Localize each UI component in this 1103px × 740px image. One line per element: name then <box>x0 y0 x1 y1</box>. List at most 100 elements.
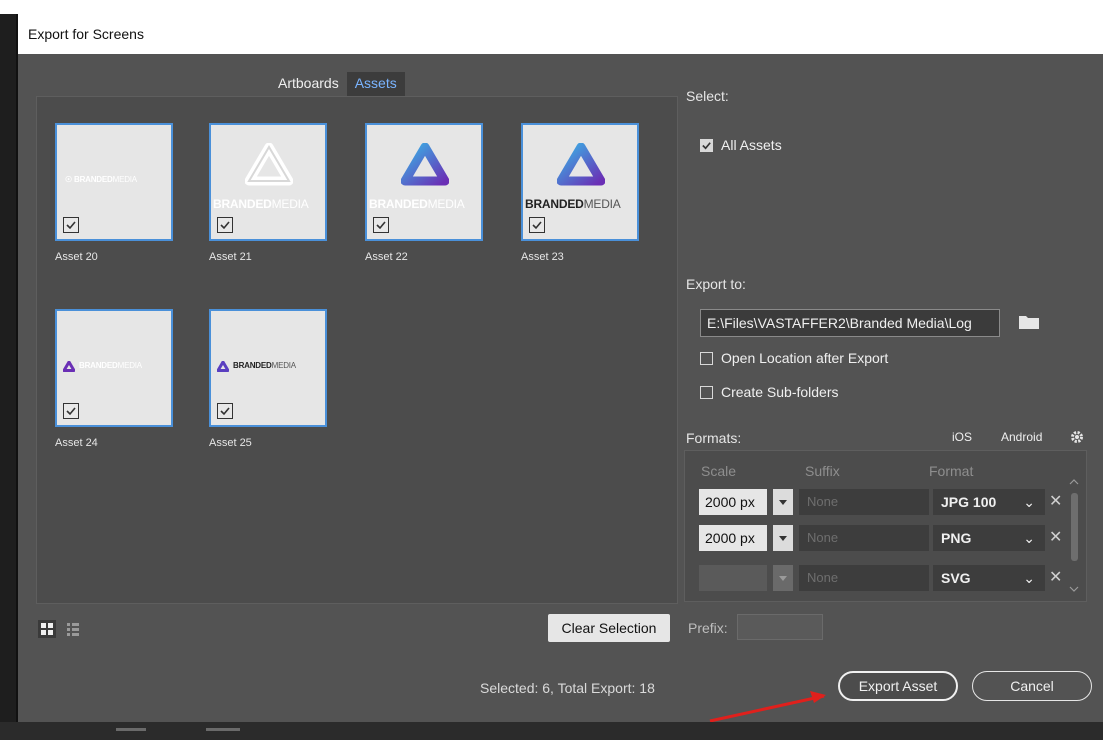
asset-label: Asset 20 <box>55 251 98 263</box>
asset-thumbnail: ☉ BRANDEDMEDIA <box>55 123 173 241</box>
asset-logo: BRANDEDMEDIA <box>369 197 465 211</box>
suffix-field[interactable]: None <box>799 525 929 551</box>
asset-label: Asset 23 <box>521 251 564 263</box>
asset-label: Asset 25 <box>209 437 252 449</box>
asset-logo: BRANDEDMEDIA <box>233 361 296 370</box>
asset-checkbox[interactable] <box>217 403 233 419</box>
all-assets-checkbox[interactable]: All Assets <box>700 137 782 153</box>
tab-artboards[interactable]: Artboards <box>270 72 347 96</box>
asset-thumbnail: BRANDEDMEDIA <box>209 309 327 427</box>
format-select[interactable]: JPG 100 ⌄ <box>933 489 1045 515</box>
desktop-bottom-strip <box>0 722 1103 740</box>
suffix-header: Suffix <box>805 463 840 479</box>
format-header: Format <box>929 463 974 479</box>
checkbox-box <box>700 138 713 152</box>
gear-icon <box>1071 431 1083 443</box>
cancel-button[interactable]: Cancel <box>972 671 1092 701</box>
scale-field[interactable]: 2000 px <box>699 489 767 515</box>
format-row: 2000 px None PNG ⌄ ✕ <box>695 523 1062 553</box>
android-preset-button[interactable]: Android <box>1001 430 1042 444</box>
select-label: Select: <box>686 88 729 104</box>
asset-logo: BRANDEDMEDIA <box>79 361 142 370</box>
list-view-icon <box>67 623 79 636</box>
asset-tile[interactable]: BRANDEDMEDIA Asset 25 <box>209 309 327 449</box>
asset-tile[interactable]: BRANDEDMEDIA Asset 24 <box>55 309 173 449</box>
checkbox-box <box>700 351 713 365</box>
triangle-logo-icon <box>63 361 75 372</box>
caret-down-icon <box>779 576 787 581</box>
open-location-checkbox[interactable]: Open Location after Export <box>700 350 888 366</box>
asset-label: Asset 22 <box>365 251 408 263</box>
folder-icon <box>1019 316 1039 329</box>
asset-thumbnail: BRANDEDMEDIA <box>365 123 483 241</box>
taskbar-segment <box>116 728 146 731</box>
chevron-down-icon: ⌄ <box>1023 494 1035 510</box>
asset-logo: ☉ BRANDEDMEDIA <box>65 175 137 184</box>
export-to-label: Export to: <box>686 276 746 292</box>
scale-field[interactable] <box>699 565 767 591</box>
remove-format-button[interactable]: ✕ <box>1049 525 1062 551</box>
asset-logo: BRANDEDMEDIA <box>213 197 309 211</box>
export-path-field[interactable]: E:\Files\VASTAFFER2\Branded Media\Log <box>700 309 1000 337</box>
asset-checkbox[interactable] <box>373 217 389 233</box>
grid-view-icon <box>38 620 56 638</box>
triangle-logo-icon <box>401 143 449 186</box>
asset-checkbox[interactable] <box>529 217 545 233</box>
scale-dropdown[interactable] <box>773 565 793 591</box>
taskbar-segment <box>206 728 240 731</box>
format-value: JPG 100 <box>941 494 997 510</box>
scale-dropdown[interactable] <box>773 489 793 515</box>
scale-dropdown[interactable] <box>773 525 793 551</box>
suffix-field[interactable]: None <box>799 565 929 591</box>
formats-scrollbar[interactable] <box>1067 471 1081 597</box>
asset-checkbox[interactable] <box>63 217 79 233</box>
browse-folder-button[interactable] <box>1018 314 1040 335</box>
scale-field[interactable]: 2000 px <box>699 525 767 551</box>
remove-format-button[interactable]: ✕ <box>1049 489 1062 515</box>
asset-label: Asset 24 <box>55 437 98 449</box>
grid-view-button[interactable] <box>38 620 56 638</box>
asset-tile[interactable]: BRANDEDMEDIA Asset 22 <box>365 123 483 263</box>
red-arrow-annotation <box>709 691 826 723</box>
asset-thumbnail: BRANDEDMEDIA <box>55 309 173 427</box>
asset-label: Asset 21 <box>209 251 252 263</box>
format-row: 2000 px None JPG 100 ⌄ ✕ <box>695 487 1062 517</box>
format-select[interactable]: SVG ⌄ <box>933 565 1045 591</box>
format-value: SVG <box>941 570 971 586</box>
all-assets-label: All Assets <box>721 137 782 153</box>
desktop-top-strip <box>0 0 1103 14</box>
asset-checkbox[interactable] <box>217 217 233 233</box>
triangle-logo-icon <box>557 143 605 186</box>
clear-selection-button[interactable]: Clear Selection <box>548 614 670 642</box>
asset-tile[interactable]: BRANDEDMEDIA Asset 21 <box>209 123 327 263</box>
tab-assets[interactable]: Assets <box>346 72 405 96</box>
checkbox-box <box>700 385 713 399</box>
checkmark-icon <box>702 141 711 149</box>
asset-thumbnail: BRANDEDMEDIA <box>209 123 327 241</box>
export-asset-button[interactable]: Export Asset <box>838 671 958 701</box>
create-subfolders-checkbox[interactable]: Create Sub-folders <box>700 384 839 400</box>
remove-format-button[interactable]: ✕ <box>1049 565 1062 591</box>
scrollbar-track <box>1069 479 1079 592</box>
format-value: PNG <box>941 530 972 546</box>
formats-label: Formats: <box>686 430 742 446</box>
format-row: None SVG ⌄ ✕ <box>695 563 1062 593</box>
triangle-logo-icon <box>217 361 229 372</box>
chevron-down-icon: ⌄ <box>1023 570 1035 586</box>
asset-tile[interactable]: BRANDEDMEDIA Asset 23 <box>521 123 639 263</box>
chevron-down-icon: ⌄ <box>1023 530 1035 546</box>
list-view-button[interactable] <box>64 620 82 638</box>
format-settings-button[interactable] <box>1070 430 1084 449</box>
formats-panel: Scale Suffix Format 2000 px None JPG 100… <box>684 450 1087 602</box>
suffix-field[interactable]: None <box>799 489 929 515</box>
selection-status: Selected: 6, Total Export: 18 <box>480 680 655 696</box>
prefix-input[interactable] <box>737 614 823 640</box>
asset-checkbox[interactable] <box>63 403 79 419</box>
create-subfolders-label: Create Sub-folders <box>721 384 839 400</box>
asset-tile[interactable]: ☉ BRANDEDMEDIA Asset 20 <box>55 123 173 263</box>
ios-preset-button[interactable]: iOS <box>952 430 972 444</box>
open-location-label: Open Location after Export <box>721 350 889 366</box>
asset-thumbnail: BRANDEDMEDIA <box>521 123 639 241</box>
format-select[interactable]: PNG ⌄ <box>933 525 1045 551</box>
asset-logo: BRANDEDMEDIA <box>525 197 621 211</box>
